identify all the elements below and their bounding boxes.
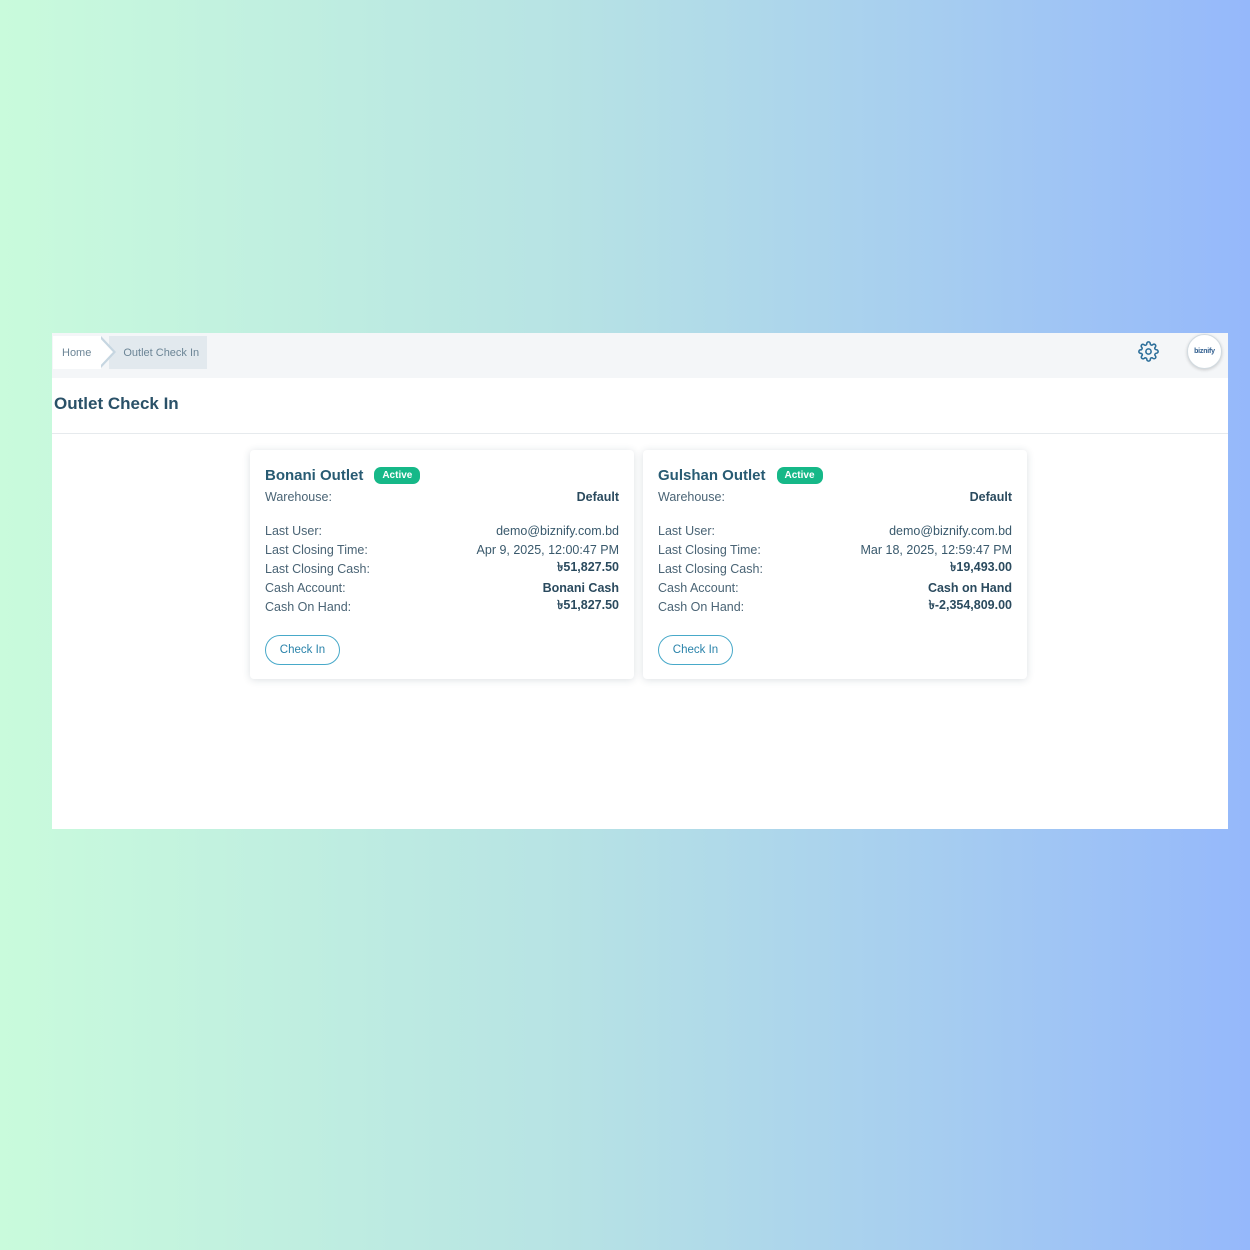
breadcrumb: Home Outlet Check In: [53, 335, 208, 369]
warehouse-label: Warehouse:: [658, 489, 725, 504]
cash-on-hand-value: ৳-2,354,809.00: [928, 597, 1012, 612]
last-closing-time-value: Apr 9, 2025, 12:00:47 PM: [476, 542, 619, 557]
top-bar: Home Outlet Check In biznify: [52, 333, 1228, 378]
warehouse-value: Default: [576, 489, 619, 504]
cash-account-label: Cash Account:: [265, 580, 346, 595]
last-user-row: Last User: demo@biznify.com.bd: [658, 521, 1012, 540]
warehouse-row: Warehouse: Default: [265, 487, 619, 506]
last-closing-time-row: Last Closing Time: Apr 9, 2025, 12:00:47…: [265, 540, 619, 559]
cash-account-value: Cash on Hand: [927, 580, 1012, 595]
last-closing-time-value: Mar 18, 2025, 12:59:47 PM: [860, 542, 1012, 557]
last-user-value: demo@biznify.com.bd: [496, 523, 619, 538]
last-user-label: Last User:: [265, 523, 322, 538]
last-closing-time-label: Last Closing Time:: [658, 542, 761, 557]
avatar[interactable]: biznify: [1187, 334, 1222, 369]
warehouse-row: Warehouse: Default: [658, 487, 1012, 506]
status-badge: Active: [776, 466, 823, 484]
breadcrumb-home-link[interactable]: Home: [53, 336, 102, 369]
last-closing-cash-value: ৳19,493.00: [950, 559, 1012, 574]
breadcrumb-current: Outlet Check In: [109, 336, 208, 369]
cash-on-hand-label: Cash On Hand:: [265, 599, 352, 614]
cash-on-hand-row: Cash On Hand: ৳-2,354,809.00: [658, 597, 1012, 616]
breadcrumb-separator: [98, 335, 117, 368]
last-closing-time-label: Last Closing Time:: [265, 542, 368, 557]
gear-icon[interactable]: [1138, 341, 1159, 362]
check-in-button[interactable]: Check In: [265, 635, 340, 665]
page-title: Outlet Check In: [54, 394, 179, 413]
outlet-card: Bonani Outlet Active Warehouse: Default …: [250, 450, 634, 679]
status-badge: Active: [374, 466, 421, 484]
last-closing-cash-value: ৳51,827.50: [557, 559, 619, 574]
outlet-card: Gulshan Outlet Active Warehouse: Default…: [643, 450, 1027, 679]
last-closing-cash-row: Last Closing Cash: ৳51,827.50: [265, 559, 619, 578]
last-closing-cash-label: Last Closing Cash:: [265, 561, 370, 576]
outlet-name: Bonani Outlet: [265, 466, 364, 484]
last-closing-cash-row: Last Closing Cash: ৳19,493.00: [658, 559, 1012, 578]
biznify-logo: biznify: [1194, 348, 1215, 355]
last-closing-time-row: Last Closing Time: Mar 18, 2025, 12:59:4…: [658, 540, 1012, 559]
divider: [52, 433, 1228, 434]
last-user-row: Last User: demo@biznify.com.bd: [265, 521, 619, 540]
last-user-label: Last User:: [658, 523, 715, 538]
warehouse-label: Warehouse:: [265, 489, 332, 504]
outlet-name: Gulshan Outlet: [658, 466, 766, 484]
cash-account-row: Cash Account: Bonani Cash: [265, 578, 619, 597]
cash-account-label: Cash Account:: [658, 580, 739, 595]
cash-account-value: Bonani Cash: [542, 580, 619, 595]
warehouse-value: Default: [969, 489, 1012, 504]
cash-on-hand-label: Cash On Hand:: [658, 599, 745, 614]
check-in-button[interactable]: Check In: [658, 635, 733, 665]
app-window: Home Outlet Check In biznify Outlet Chec…: [52, 333, 1228, 829]
cash-on-hand-value: ৳51,827.50: [557, 597, 619, 612]
cash-account-row: Cash Account: Cash on Hand: [658, 578, 1012, 597]
last-user-value: demo@biznify.com.bd: [889, 523, 1012, 538]
last-closing-cash-label: Last Closing Cash:: [658, 561, 763, 576]
cash-on-hand-row: Cash On Hand: ৳51,827.50: [265, 597, 619, 616]
